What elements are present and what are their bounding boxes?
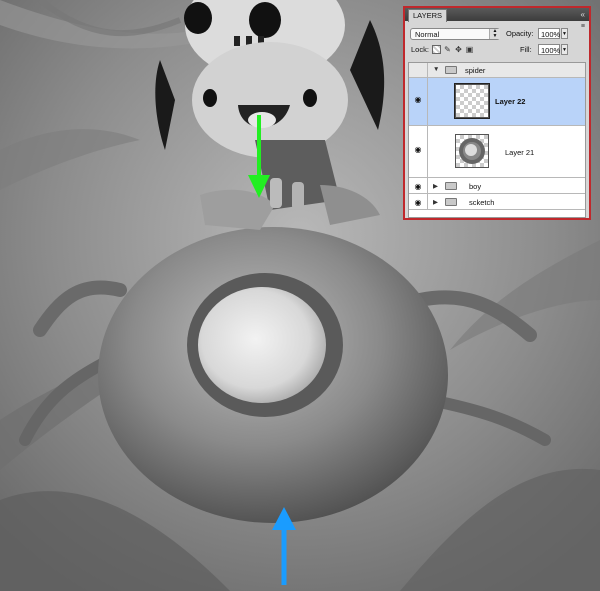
layer-name: spider — [465, 66, 486, 75]
opacity-dropdown-icon[interactable]: ▼ — [561, 28, 568, 39]
layer-thumbnail[interactable] — [454, 83, 490, 119]
blend-mode-value: Normal — [415, 30, 440, 39]
layers-list: ▼ spider ◉ Layer 22 ◉ Layer 21 ◉ ▶ boy ◉… — [408, 62, 586, 218]
lock-label: Lock: — [411, 45, 429, 54]
layer-row-layer-22[interactable]: ◉ Layer 22 — [409, 78, 585, 126]
panel-titlebar[interactable]: LAYERS « — [405, 8, 589, 22]
layer-row-layer-21[interactable]: ◉ Layer 21 — [409, 126, 585, 178]
layer-thumbnail[interactable] — [455, 134, 489, 168]
fill-dropdown-icon[interactable]: ▼ — [561, 44, 568, 55]
layers-panel: LAYERS « ≡ Normal ▲ ▼ Opacity: 100% ▼ Loc… — [403, 6, 591, 220]
eye-icon[interactable]: ◉ — [411, 95, 425, 104]
expand-triangle-open-icon[interactable]: ▼ — [433, 66, 439, 73]
move-icon[interactable]: ✥ — [454, 45, 463, 54]
layer-row-boy[interactable]: ◉ ▶ boy — [409, 178, 585, 194]
layer-name: Layer 21 — [505, 148, 535, 157]
opacity-label: Opacity: — [506, 29, 534, 38]
lock-transparency-icon[interactable] — [432, 45, 441, 54]
layer-name: boy — [469, 182, 482, 191]
blend-mode-select[interactable]: Normal ▲ ▼ — [410, 28, 500, 40]
lock-icon[interactable]: ▣ — [465, 45, 474, 54]
expand-triangle-closed-icon[interactable]: ▶ — [433, 198, 438, 206]
fill-label: Fill: — [520, 45, 532, 54]
layer-row-scketch[interactable]: ◉ ▶ scketch — [409, 194, 585, 210]
collapse-icon[interactable]: « — [581, 9, 585, 20]
layer-name: scketch — [469, 198, 495, 207]
brush-icon[interactable]: ✎ — [443, 45, 452, 54]
tab-layers[interactable]: LAYERS — [408, 9, 448, 22]
eye-icon[interactable]: ◉ — [411, 182, 425, 191]
expand-triangle-closed-icon[interactable]: ▶ — [433, 182, 438, 190]
eye-icon[interactable]: ◉ — [411, 198, 425, 207]
folder-icon — [445, 198, 457, 206]
eye-icon[interactable]: ◉ — [411, 145, 425, 154]
layer-row-spider[interactable]: ▼ spider — [409, 63, 585, 78]
folder-icon — [445, 66, 457, 74]
layer-name: Layer 22 — [495, 97, 526, 106]
opacity-field[interactable]: 100% — [538, 28, 560, 39]
fill-field[interactable]: 100% — [538, 44, 560, 55]
chevron-updown-icon: ▲ ▼ — [489, 29, 500, 39]
folder-icon — [445, 182, 457, 190]
